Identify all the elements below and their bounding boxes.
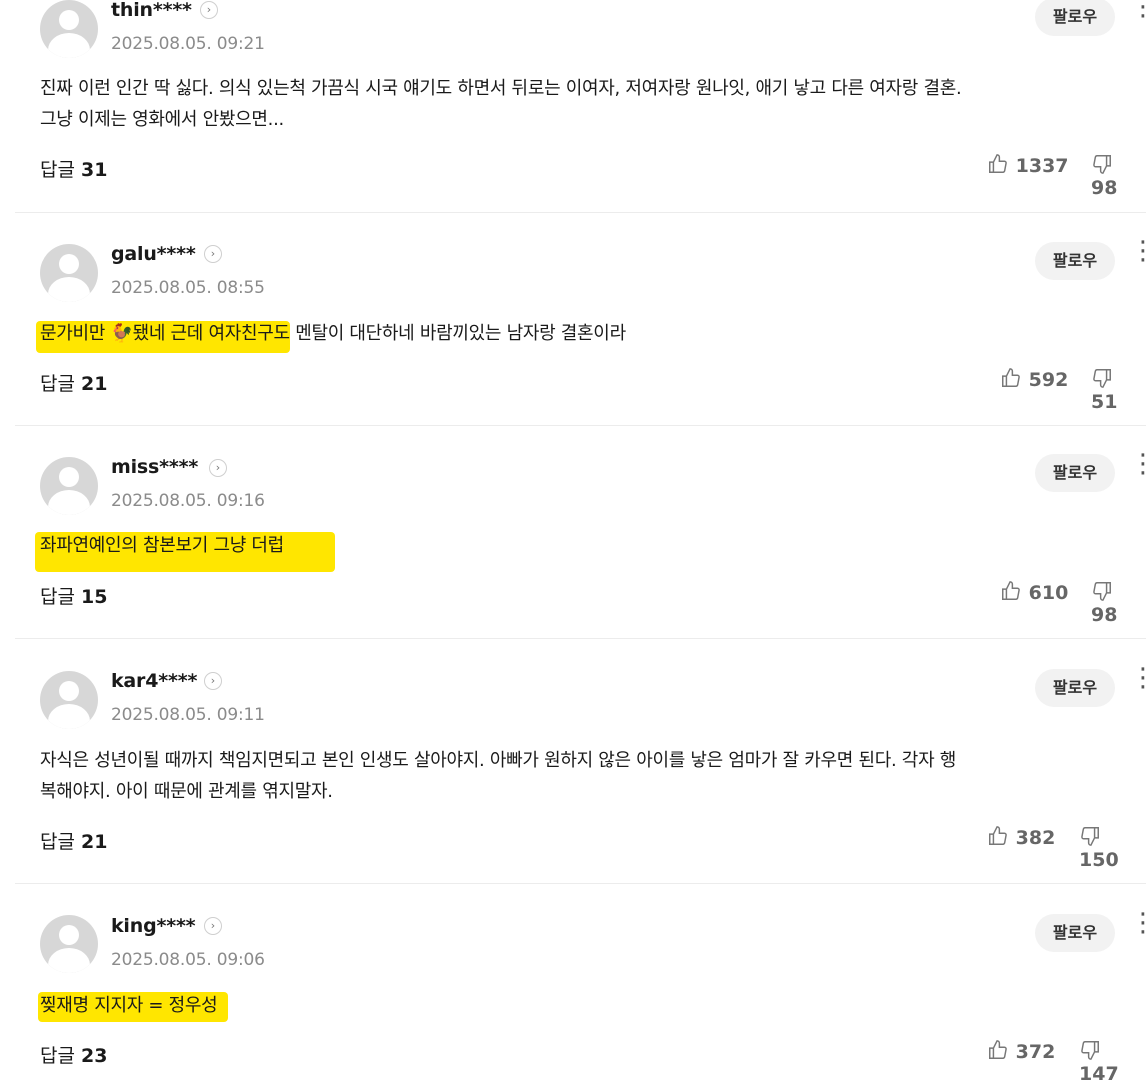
reply-button[interactable]: 답글 15: [40, 582, 107, 609]
follow-button[interactable]: 팔로우: [1035, 0, 1115, 36]
more-vertical-icon[interactable]: ⋮: [1130, 0, 1146, 20]
dislike-button[interactable]: 147: [1079, 1039, 1146, 1081]
avatar[interactable]: [40, 244, 98, 302]
comment-text: 자식은 성년이될 때까지 책임지면되고 본인 인생도 살아야지. 아빠가 원하지…: [40, 750, 957, 802]
comment-text: 좌파연예인의 참본보기 그냥 더럽: [40, 535, 284, 556]
avatar[interactable]: [40, 915, 98, 973]
nickname[interactable]: king****: [111, 915, 196, 937]
chevron-right-icon[interactable]: ›: [204, 672, 222, 690]
chevron-right-icon[interactable]: ›: [200, 1, 218, 19]
dislike-button[interactable]: 98: [1091, 153, 1146, 199]
dislike-button[interactable]: 98: [1091, 580, 1146, 626]
comment-date: 2025.08.05. 09:21: [111, 34, 265, 54]
like-button[interactable]: 372: [987, 1039, 1055, 1063]
comment-text: 진짜 이런 인간 딱 싫다. 의식 있는척 가끔식 시국 얘기도 하면서 뒤로는…: [40, 78, 962, 130]
follow-button[interactable]: 팔로우: [1035, 669, 1115, 707]
reply-button[interactable]: 답글 31: [40, 155, 107, 182]
dislike-button[interactable]: 150: [1079, 825, 1146, 871]
comment-item: thin**** › 2025.08.05. 09:21 팔로우 ⋮ 진짜 이런…: [15, 0, 1146, 213]
like-button[interactable]: 1337: [987, 153, 1069, 177]
chevron-right-icon[interactable]: ›: [204, 245, 222, 263]
comment-list: thin**** › 2025.08.05. 09:21 팔로우 ⋮ 진짜 이런…: [0, 0, 1146, 1081]
comment-date: 2025.08.05. 09:06: [111, 950, 265, 970]
like-button[interactable]: 382: [987, 825, 1055, 849]
chevron-right-icon[interactable]: ›: [209, 459, 227, 477]
nickname[interactable]: kar4****: [111, 670, 197, 692]
nickname[interactable]: thin****: [111, 0, 192, 21]
more-vertical-icon[interactable]: ⋮: [1130, 451, 1146, 477]
thumbs-up-icon: [989, 154, 1007, 173]
thumbs-down-icon: [1093, 155, 1111, 174]
comment-item: king**** › 2025.08.05. 09:06 팔로우 ⋮ 찢재명 지…: [15, 884, 1146, 1081]
like-button[interactable]: 592: [1000, 367, 1068, 391]
rooster-emoji: 🐓: [110, 323, 133, 344]
reply-button[interactable]: 답글 23: [40, 1041, 107, 1068]
thumbs-down-icon: [1093, 582, 1111, 601]
reply-button[interactable]: 답글 21: [40, 827, 107, 854]
more-vertical-icon[interactable]: ⋮: [1130, 665, 1146, 691]
reply-button[interactable]: 답글 21: [40, 369, 107, 396]
follow-button[interactable]: 팔로우: [1035, 914, 1115, 952]
nickname[interactable]: galu****: [111, 243, 196, 265]
more-vertical-icon[interactable]: ⋮: [1130, 238, 1146, 264]
dislike-button[interactable]: 51: [1091, 367, 1146, 413]
comment-date: 2025.08.05. 09:16: [111, 491, 265, 511]
thumbs-down-icon: [1093, 369, 1111, 388]
nickname[interactable]: miss****: [111, 456, 198, 478]
thumbs-up-icon: [989, 826, 1007, 845]
avatar[interactable]: [40, 671, 98, 729]
comment-item: kar4**** › 2025.08.05. 09:11 팔로우 ⋮ 자식은 성…: [15, 639, 1146, 884]
comment-text: 문가비만 🐓됐네 근데 여자친구도 멘탈이 대단하네 바람끼있는 남자랑 결혼이…: [40, 323, 626, 344]
more-vertical-icon[interactable]: ⋮: [1130, 910, 1146, 936]
comment-text: 찢재명 지지자 = 정우성: [40, 995, 218, 1016]
follow-button[interactable]: 팔로우: [1035, 242, 1115, 280]
avatar[interactable]: [40, 0, 98, 58]
like-button[interactable]: 610: [1000, 580, 1068, 604]
thumbs-up-icon: [1002, 368, 1020, 387]
comment-date: 2025.08.05. 09:11: [111, 705, 265, 725]
comment-item: miss**** › 2025.08.05. 09:16 팔로우 ⋮ 좌파연예인…: [15, 426, 1146, 639]
follow-button[interactable]: 팔로우: [1035, 454, 1115, 492]
thumbs-up-icon: [1002, 581, 1020, 600]
thumbs-up-icon: [989, 1040, 1007, 1059]
comment-item: galu**** › 2025.08.05. 08:55 팔로우 ⋮ 문가비만 …: [15, 213, 1146, 426]
comment-date: 2025.08.05. 08:55: [111, 278, 265, 298]
chevron-right-icon[interactable]: ›: [204, 917, 222, 935]
avatar[interactable]: [40, 457, 98, 515]
thumbs-down-icon: [1081, 827, 1099, 846]
thumbs-down-icon: [1081, 1041, 1099, 1060]
